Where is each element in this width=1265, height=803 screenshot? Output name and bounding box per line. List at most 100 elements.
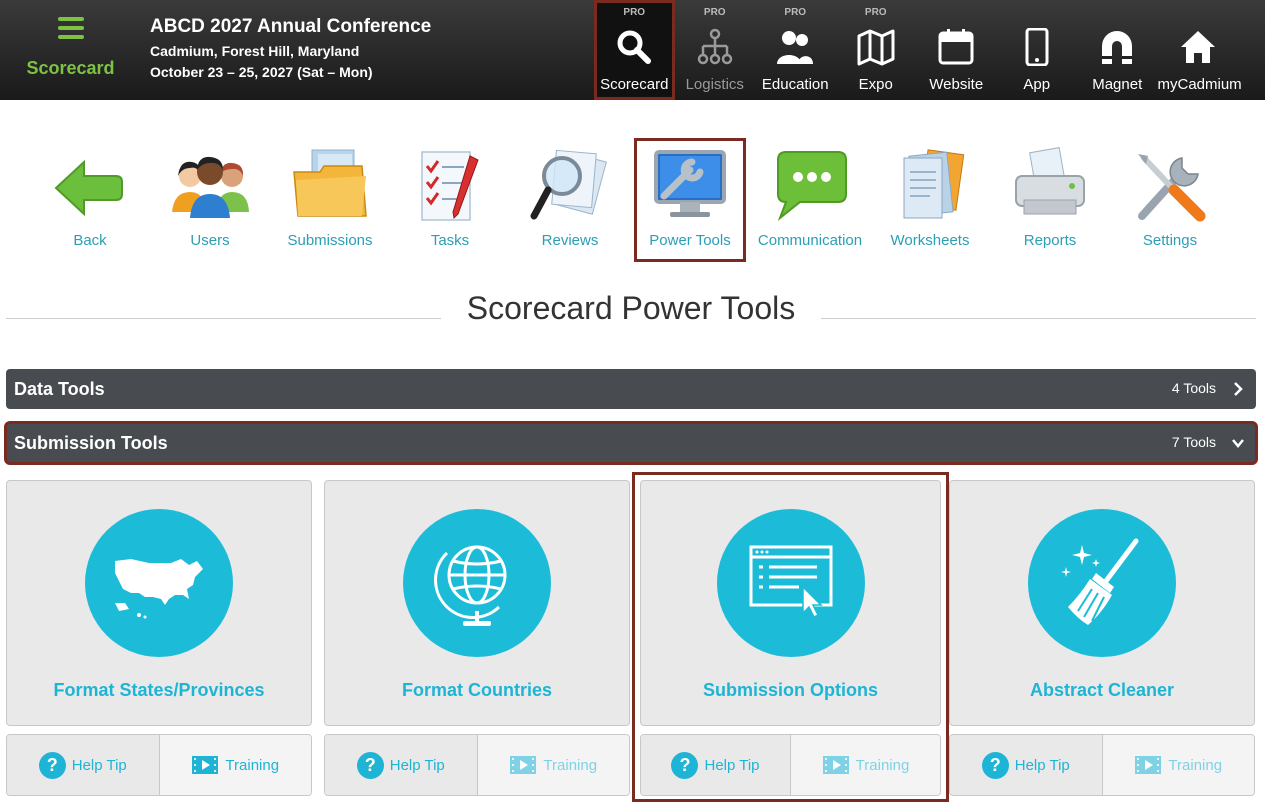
browser-icon bbox=[938, 29, 974, 65]
card-title: Format States/Provinces bbox=[53, 680, 265, 700]
page-title-area: Scorecard Power Tools bbox=[6, 290, 1256, 334]
training-button[interactable]: Training bbox=[477, 735, 629, 795]
section-data-tools[interactable]: Data Tools 4 Tools bbox=[6, 369, 1256, 409]
tool-label: Reviews bbox=[541, 232, 599, 249]
tool-submissions[interactable]: Submissions bbox=[270, 138, 390, 262]
topnav-expo[interactable]: PRO Expo bbox=[836, 0, 917, 100]
training-button[interactable]: Training bbox=[1102, 735, 1254, 795]
topnav-education[interactable]: PRO Education bbox=[755, 0, 836, 100]
card-icon-circle bbox=[716, 509, 865, 657]
video-icon bbox=[192, 756, 219, 774]
topnav-label: Logistics bbox=[685, 76, 744, 93]
tool-label: Users bbox=[190, 232, 230, 249]
usa-map-icon bbox=[115, 559, 203, 619]
training-button[interactable]: Training bbox=[791, 735, 940, 795]
section-count: 7 Tools bbox=[1171, 434, 1216, 450]
training-button[interactable]: Training bbox=[159, 735, 311, 795]
video-icon bbox=[510, 756, 537, 774]
topnav-mycadmium[interactable]: myCadmium bbox=[1158, 0, 1242, 100]
card-icon-circle bbox=[403, 509, 551, 657]
search-icon bbox=[617, 30, 652, 64]
broom-icon bbox=[1061, 538, 1139, 625]
tool-label: Communication bbox=[757, 232, 863, 249]
conference-location: Cadmium, Forest Hill, Maryland bbox=[150, 43, 360, 59]
tool-label: Tasks bbox=[430, 232, 470, 249]
tool-reports[interactable]: Reports bbox=[990, 138, 1110, 262]
help-tip-label: Help Tip bbox=[71, 756, 127, 774]
help-tip-button[interactable]: ? Help Tip bbox=[325, 735, 478, 795]
topnav-label: Magnet bbox=[1092, 76, 1143, 93]
training-label: Training bbox=[225, 756, 280, 774]
chevron-right-icon bbox=[1234, 382, 1243, 396]
chevron-down-icon bbox=[1232, 439, 1244, 448]
tool-users[interactable]: Users bbox=[150, 138, 270, 262]
org-chart-icon bbox=[697, 28, 732, 65]
topnav-label: Expo bbox=[858, 76, 893, 93]
card-abstract-cleaner[interactable]: Abstract Cleaner bbox=[949, 480, 1255, 726]
topnav-scorecard[interactable]: PRO Scorecard bbox=[594, 0, 675, 100]
help-tip-button[interactable]: ? Help Tip bbox=[7, 735, 160, 795]
tool-label: Back bbox=[73, 232, 107, 249]
card-title: Format Countries bbox=[401, 680, 552, 700]
help-icon: ? bbox=[981, 751, 1009, 779]
topnav-magnet[interactable]: Magnet bbox=[1077, 0, 1158, 100]
help-tip-button[interactable]: ? Help Tip bbox=[641, 735, 791, 795]
section-count: 4 Tools bbox=[1171, 380, 1216, 396]
tool-settings[interactable]: Settings bbox=[1110, 138, 1230, 262]
tool-communication[interactable]: Communication bbox=[750, 138, 870, 262]
topnav-label: App bbox=[1023, 76, 1051, 93]
magnet-icon bbox=[1102, 31, 1133, 64]
card-actions-format-countries: ? Help Tip Training bbox=[324, 734, 630, 796]
tool-label: Power Tools bbox=[649, 232, 731, 249]
tool-label: Submissions bbox=[287, 232, 373, 249]
video-icon bbox=[1135, 756, 1162, 774]
globe-icon bbox=[434, 545, 507, 626]
map-icon bbox=[857, 29, 895, 66]
tool-power-tools[interactable]: Power Tools bbox=[634, 138, 746, 262]
training-label: Training bbox=[543, 756, 598, 774]
card-format-countries[interactable]: Format Countries bbox=[324, 480, 630, 726]
top-bar: Scorecard ABCD 2027 Annual Conference Ca… bbox=[0, 0, 1265, 100]
pro-badge: PRO bbox=[703, 7, 726, 18]
people-icon bbox=[777, 31, 814, 64]
help-tip-label: Help Tip bbox=[389, 756, 445, 774]
tool-worksheets[interactable]: Worksheets bbox=[870, 138, 990, 262]
card-title: Abstract Cleaner bbox=[1029, 680, 1175, 700]
users-icon bbox=[172, 156, 249, 218]
training-label: Training bbox=[855, 756, 910, 774]
documents-icon bbox=[903, 149, 965, 219]
card-format-states[interactable]: Format States/Provinces bbox=[6, 480, 312, 726]
topnav-label: Scorecard bbox=[600, 76, 669, 93]
topnav-app[interactable]: App bbox=[997, 0, 1078, 100]
topnav-label: Education bbox=[761, 76, 829, 93]
section-title: Submission Tools bbox=[14, 433, 168, 453]
brand-label: Scorecard bbox=[26, 58, 115, 78]
card-actions-abstract-cleaner: ? Help Tip Training bbox=[949, 734, 1255, 796]
card-actions-format-states: ? Help Tip Training bbox=[6, 734, 312, 796]
tool-back[interactable]: Back bbox=[30, 138, 150, 262]
help-icon: ? bbox=[671, 751, 699, 779]
section-submission-tools[interactable]: Submission Tools 7 Tools bbox=[4, 421, 1258, 465]
brand-menu[interactable]: Scorecard bbox=[18, 14, 123, 79]
folder-icon bbox=[293, 149, 367, 217]
card-icon-circle bbox=[85, 509, 233, 657]
topnav-website[interactable]: Website bbox=[916, 0, 997, 100]
card-title: Submission Options bbox=[702, 680, 878, 700]
tool-label: Worksheets bbox=[890, 232, 970, 249]
magnifier-icon bbox=[530, 149, 607, 220]
training-label: Training bbox=[1168, 756, 1223, 774]
form-window-icon bbox=[749, 545, 832, 619]
pro-badge: PRO bbox=[623, 7, 646, 18]
topnav-logistics[interactable]: PRO Logistics bbox=[675, 0, 756, 100]
card-submission-options[interactable]: Submission Options bbox=[640, 480, 941, 726]
video-icon bbox=[822, 756, 849, 774]
help-tip-button[interactable]: ? Help Tip bbox=[950, 735, 1103, 795]
topnav-label: Website bbox=[929, 76, 984, 93]
pro-badge: PRO bbox=[864, 7, 887, 18]
section-title: Data Tools bbox=[14, 379, 105, 399]
phone-icon bbox=[1025, 28, 1049, 66]
hamburger-menu-icon[interactable] bbox=[56, 16, 86, 40]
help-tip-label: Help Tip bbox=[1014, 756, 1070, 774]
tool-tasks[interactable]: Tasks bbox=[390, 138, 510, 262]
tool-reviews[interactable]: Reviews bbox=[510, 138, 630, 262]
